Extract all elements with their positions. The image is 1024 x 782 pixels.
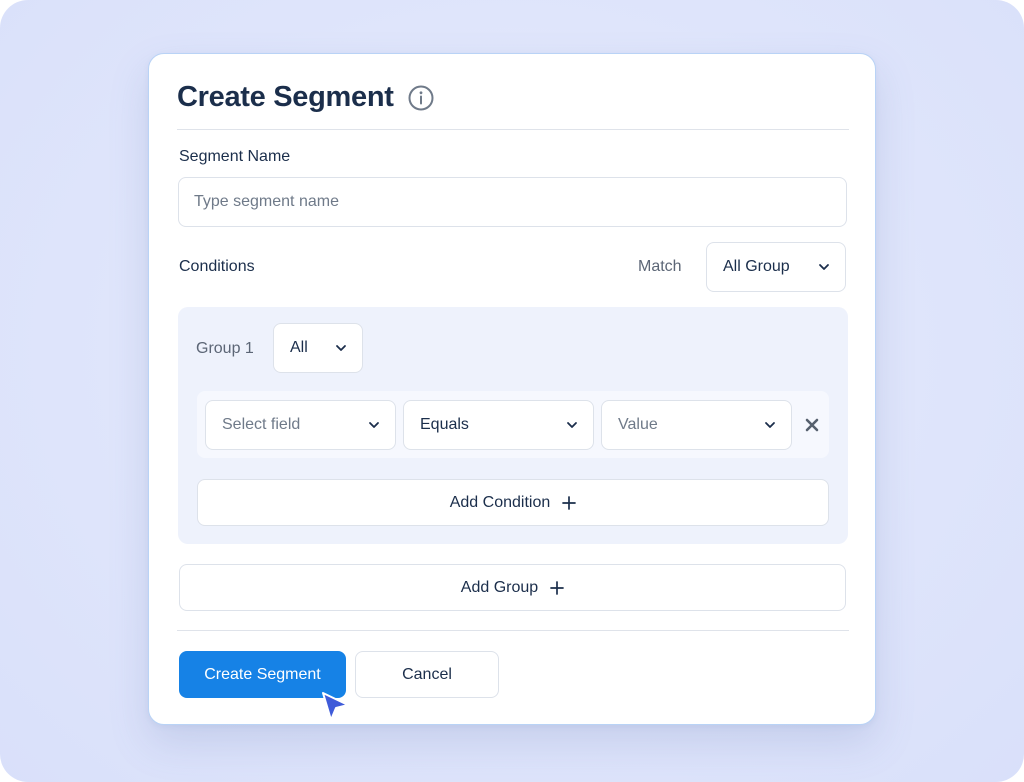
- cancel-button[interactable]: Cancel: [355, 651, 499, 698]
- dialog-title: Create Segment: [177, 81, 394, 113]
- chevron-down-icon: [336, 345, 346, 351]
- segment-name-label: Segment Name: [179, 148, 291, 165]
- group-label: Group 1: [196, 340, 254, 357]
- close-icon[interactable]: [802, 415, 822, 435]
- add-group-label: Add Group: [460, 578, 539, 596]
- chevron-down-icon: [819, 264, 829, 270]
- mouse-pointer-icon: [322, 692, 349, 721]
- match-select-value: All Group: [723, 258, 790, 275]
- condition-row: Select field Equals Value: [197, 391, 829, 458]
- header-divider: [177, 129, 849, 130]
- operator-select-value: Equals: [420, 416, 469, 433]
- footer-divider: [177, 630, 849, 631]
- group-mode-select[interactable]: All: [273, 323, 363, 373]
- add-condition-button[interactable]: Add Condition: [197, 479, 829, 526]
- condition-group: Group 1 All Select field Equals Value Ad…: [178, 307, 848, 544]
- value-select[interactable]: Value: [601, 400, 792, 450]
- create-segment-dialog: Create Segment Segment Name Conditions M…: [148, 53, 876, 725]
- segment-name-input[interactable]: [178, 177, 847, 227]
- field-select-placeholder: Select field: [222, 416, 301, 433]
- add-group-button[interactable]: Add Group: [179, 564, 846, 611]
- plus-icon: [562, 495, 577, 510]
- match-select[interactable]: All Group: [706, 242, 846, 292]
- group-mode-value: All: [290, 339, 308, 356]
- match-label: Match: [638, 258, 682, 275]
- plus-icon: [550, 580, 565, 595]
- info-icon[interactable]: [407, 84, 435, 112]
- conditions-label: Conditions: [179, 258, 255, 275]
- chevron-down-icon: [369, 422, 379, 428]
- operator-select[interactable]: Equals: [403, 400, 594, 450]
- chevron-down-icon: [765, 422, 775, 428]
- field-select[interactable]: Select field: [205, 400, 396, 450]
- add-condition-label: Add Condition: [449, 493, 551, 511]
- chevron-down-icon: [567, 422, 577, 428]
- value-select-placeholder: Value: [618, 416, 658, 433]
